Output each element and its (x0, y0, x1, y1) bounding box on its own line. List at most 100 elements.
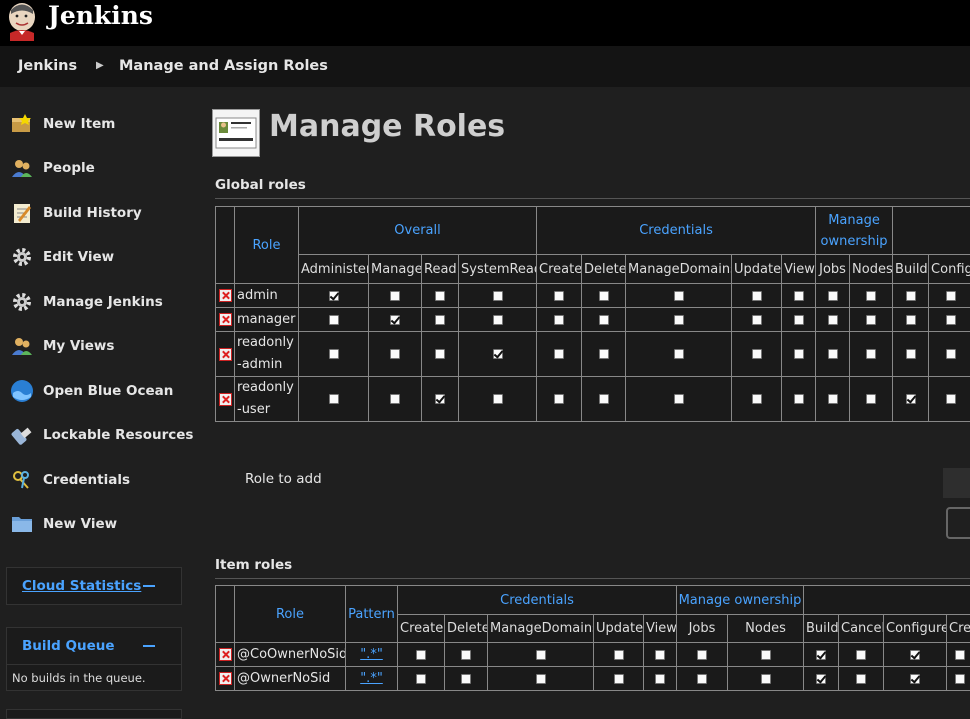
permission-checkbox[interactable] (697, 650, 707, 660)
permission-checkbox[interactable] (493, 394, 503, 404)
permission-checkbox[interactable] (614, 674, 624, 684)
permission-checkbox[interactable] (828, 315, 838, 325)
breadcrumb-jenkins[interactable]: Jenkins (18, 58, 77, 74)
permission-checkbox[interactable] (794, 394, 804, 404)
delete-role-icon[interactable] (219, 393, 232, 406)
permission-checkbox[interactable] (794, 315, 804, 325)
sidebar-item-credentials[interactable]: Credentials (10, 465, 195, 495)
role-column-header[interactable]: Role (235, 586, 346, 643)
permission-checkbox[interactable] (435, 291, 445, 301)
sidebar-item-new-view[interactable]: New View (10, 509, 195, 539)
permission-checkbox[interactable] (599, 291, 609, 301)
permission-checkbox[interactable] (856, 650, 866, 660)
permission-checkbox[interactable] (955, 650, 965, 660)
permission-checkbox[interactable] (856, 674, 866, 684)
delete-role-icon[interactable] (219, 348, 232, 361)
sidebar-item-lockable-resources[interactable]: Lockable Resources (10, 420, 195, 450)
permission-checkbox[interactable] (674, 315, 684, 325)
permission-checkbox[interactable] (461, 650, 471, 660)
permission-checkbox[interactable] (554, 291, 564, 301)
permission-checkbox[interactable] (536, 650, 546, 660)
delete-role-icon[interactable] (219, 648, 232, 661)
permission-checkbox[interactable] (946, 291, 956, 301)
permission-checkbox[interactable] (416, 650, 426, 660)
permission-checkbox[interactable] (910, 674, 920, 684)
permission-checkbox[interactable] (554, 394, 564, 404)
permission-checkbox[interactable] (866, 291, 876, 301)
collapse-icon[interactable] (143, 645, 155, 647)
pattern-link[interactable]: ".*" (360, 647, 383, 662)
permission-checkbox[interactable] (816, 650, 826, 660)
permission-checkbox[interactable] (554, 315, 564, 325)
permission-checkbox[interactable] (906, 394, 916, 404)
sidebar-item-my-views[interactable]: My Views (10, 331, 195, 361)
pattern-link[interactable]: ".*" (360, 671, 383, 686)
permission-checkbox[interactable] (752, 315, 762, 325)
permission-checkbox[interactable] (390, 315, 400, 325)
sidebar-item-manage-jenkins[interactable]: Manage Jenkins (10, 287, 195, 317)
permission-checkbox[interactable] (866, 394, 876, 404)
permission-checkbox[interactable] (794, 291, 804, 301)
permission-checkbox[interactable] (493, 349, 503, 359)
brand-title[interactable]: Jenkins (48, 1, 153, 30)
cloud-statistics-link[interactable]: Cloud Statistics (22, 578, 141, 594)
permission-checkbox[interactable] (614, 650, 624, 660)
permission-checkbox[interactable] (461, 674, 471, 684)
permission-checkbox[interactable] (828, 394, 838, 404)
permission-checkbox[interactable] (390, 349, 400, 359)
permission-checkbox[interactable] (554, 349, 564, 359)
permission-checkbox[interactable] (816, 674, 826, 684)
permission-checkbox[interactable] (794, 349, 804, 359)
permission-checkbox[interactable] (655, 650, 665, 660)
permission-checkbox[interactable] (674, 349, 684, 359)
delete-role-icon[interactable] (219, 672, 232, 685)
sidebar-item-edit-view[interactable]: Edit View (10, 242, 195, 272)
build-queue-link[interactable]: Build Queue (22, 638, 115, 654)
permission-checkbox[interactable] (955, 674, 965, 684)
permission-checkbox[interactable] (655, 674, 665, 684)
permission-checkbox[interactable] (674, 291, 684, 301)
permission-checkbox[interactable] (946, 349, 956, 359)
permission-checkbox[interactable] (329, 349, 339, 359)
sidebar-item-build-history[interactable]: Build History (10, 198, 195, 228)
breadcrumb-manage-roles[interactable]: Manage and Assign Roles (119, 58, 328, 74)
permission-checkbox[interactable] (761, 650, 771, 660)
jenkins-butler-icon[interactable] (6, 1, 38, 41)
permission-checkbox[interactable] (946, 394, 956, 404)
sidebar-item-new-item[interactable]: New Item (10, 109, 195, 139)
permission-checkbox[interactable] (752, 394, 762, 404)
permission-checkbox[interactable] (599, 315, 609, 325)
permission-checkbox[interactable] (329, 394, 339, 404)
permission-checkbox[interactable] (329, 291, 339, 301)
collapse-icon[interactable] (143, 585, 155, 587)
permission-checkbox[interactable] (752, 291, 762, 301)
permission-checkbox[interactable] (435, 315, 445, 325)
permission-checkbox[interactable] (906, 315, 916, 325)
permission-checkbox[interactable] (910, 650, 920, 660)
permission-checkbox[interactable] (752, 349, 762, 359)
permission-checkbox[interactable] (390, 291, 400, 301)
permission-checkbox[interactable] (416, 674, 426, 684)
permission-checkbox[interactable] (906, 291, 916, 301)
permission-checkbox[interactable] (599, 349, 609, 359)
permission-checkbox[interactable] (390, 394, 400, 404)
permission-checkbox[interactable] (946, 315, 956, 325)
permission-checkbox[interactable] (599, 394, 609, 404)
permission-checkbox[interactable] (329, 315, 339, 325)
permission-checkbox[interactable] (906, 349, 916, 359)
delete-role-icon[interactable] (219, 289, 232, 302)
permission-checkbox[interactable] (828, 291, 838, 301)
permission-checkbox[interactable] (674, 394, 684, 404)
role-column-header[interactable]: Role (235, 207, 299, 284)
add-role-button[interactable] (946, 507, 970, 539)
permission-checkbox[interactable] (493, 315, 503, 325)
permission-checkbox[interactable] (697, 674, 707, 684)
permission-checkbox[interactable] (435, 394, 445, 404)
permission-checkbox[interactable] (828, 349, 838, 359)
delete-role-icon[interactable] (219, 313, 232, 326)
pattern-column-header[interactable]: Pattern (346, 586, 398, 643)
permission-checkbox[interactable] (493, 291, 503, 301)
sidebar-item-people[interactable]: People (10, 153, 195, 183)
sidebar-item-open-blue-ocean[interactable]: Open Blue Ocean (10, 376, 195, 406)
permission-checkbox[interactable] (536, 674, 546, 684)
